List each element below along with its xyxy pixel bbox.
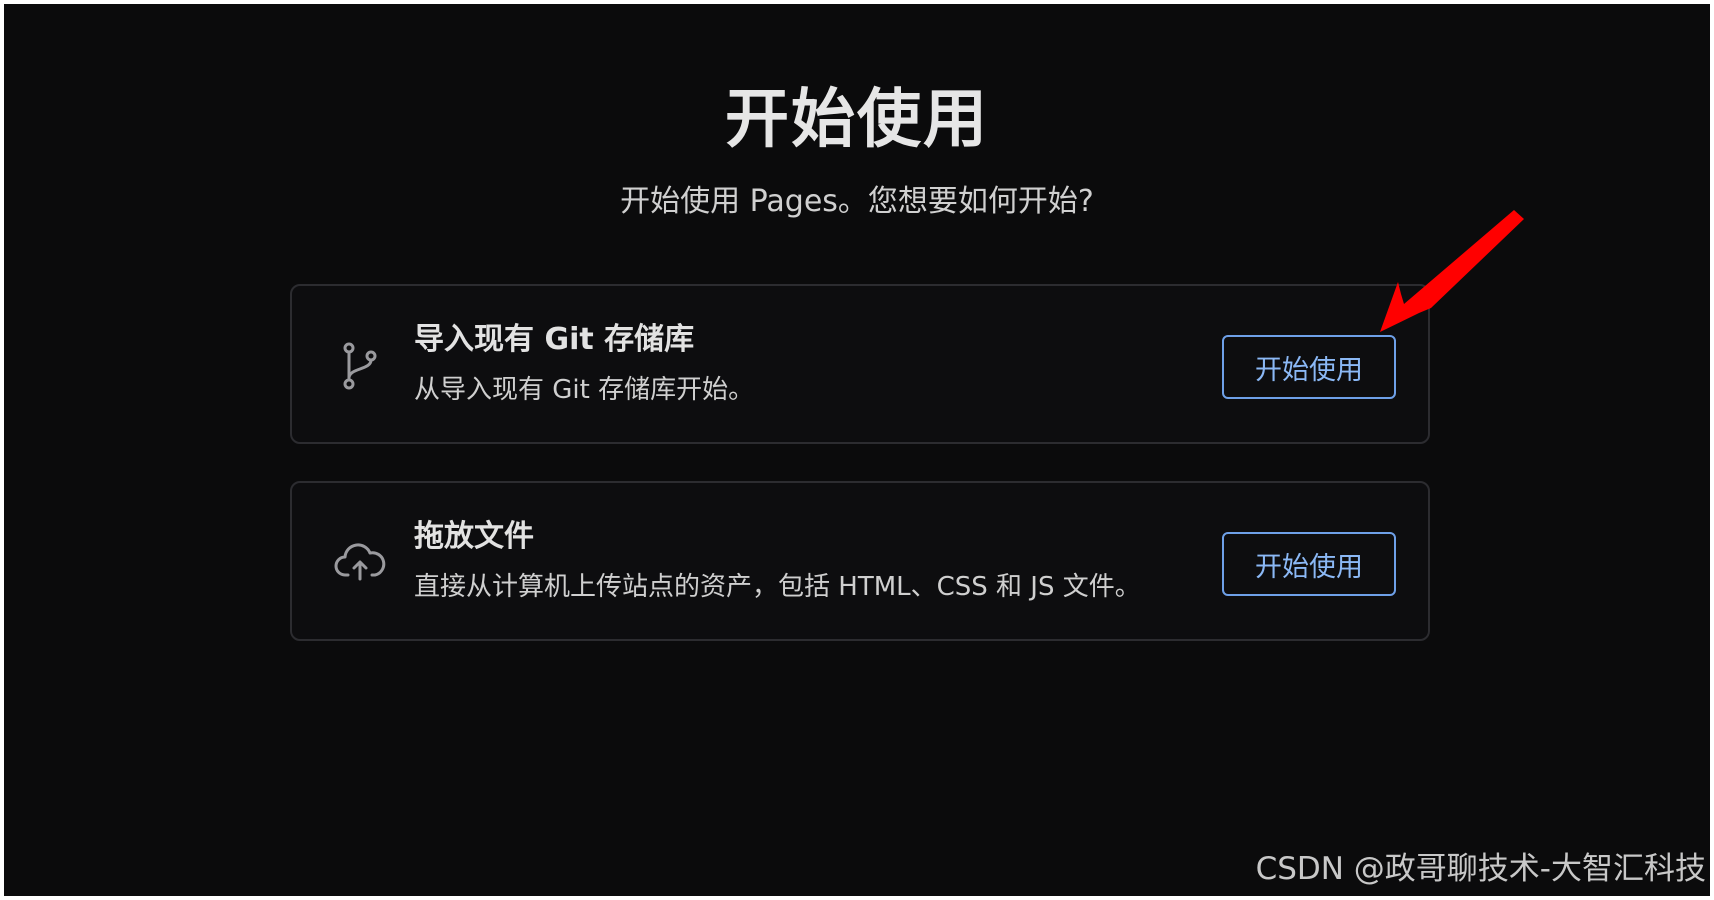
import-git-card: 导入现有 Git 存储库 从导入现有 Git 存储库开始。 开始使用 (290, 284, 1430, 444)
git-branch-icon (332, 338, 388, 394)
app-screen: 开始使用 开始使用 Pages。您想要如何开始? 导入现有 Git 存储库 从导… (4, 4, 1710, 896)
page-subtitle: 开始使用 Pages。您想要如何开始? (620, 184, 1094, 219)
cloud-upload-icon (332, 535, 388, 591)
card-description: 直接从计算机上传站点的资产，包括 HTML、CSS 和 JS 文件。 (414, 572, 1141, 602)
upload-files-start-button[interactable]: 开始使用 (1222, 532, 1396, 596)
watermark: CSDN @政哥聊技术-大智汇科技 (1255, 850, 1706, 887)
card-description: 从导入现有 Git 存储库开始。 (414, 375, 755, 405)
page-title: 开始使用 (725, 83, 989, 157)
import-git-start-button[interactable]: 开始使用 (1222, 335, 1396, 399)
card-title: 导入现有 Git 存储库 (414, 322, 695, 357)
card-title: 拖放文件 (414, 519, 534, 554)
upload-files-card: 拖放文件 直接从计算机上传站点的资产，包括 HTML、CSS 和 JS 文件。 … (290, 481, 1430, 641)
